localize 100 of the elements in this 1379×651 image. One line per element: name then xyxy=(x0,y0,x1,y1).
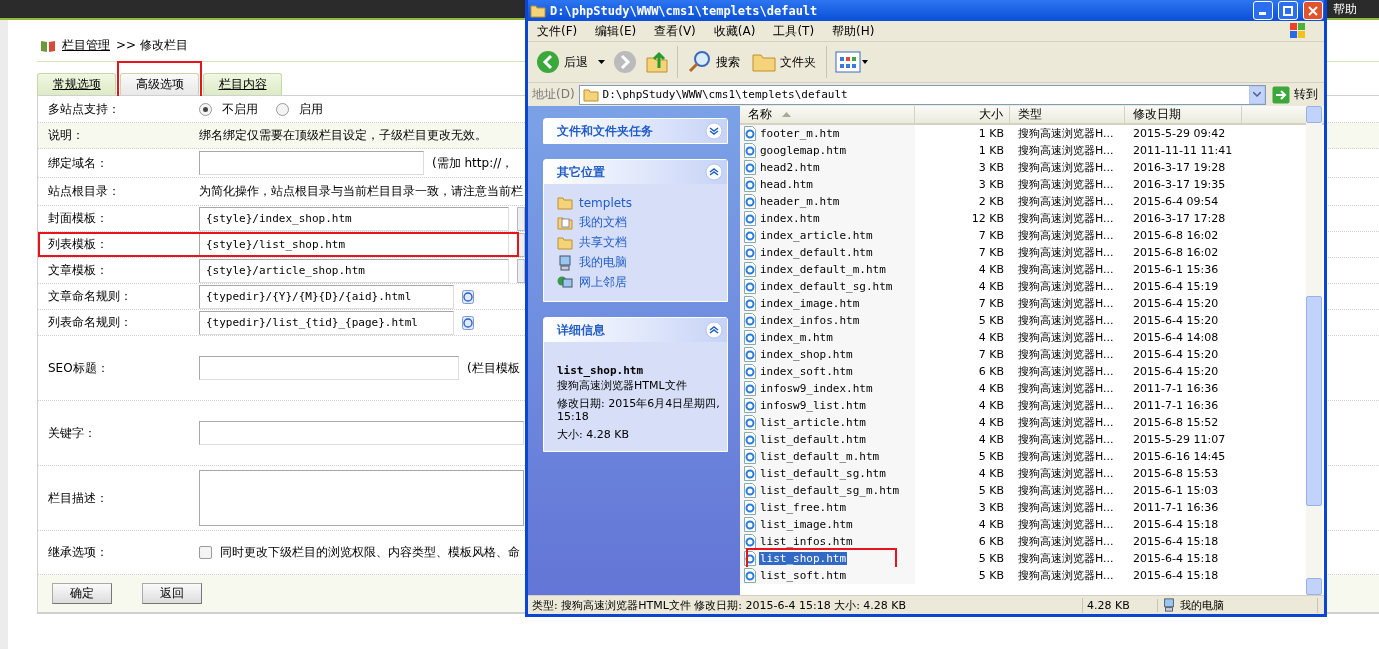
size-cell-text: 4 KB xyxy=(977,382,1005,395)
book-icon xyxy=(40,38,56,53)
size-cell-text: 1 KB xyxy=(977,127,1005,140)
scrollbar[interactable] xyxy=(1306,106,1322,595)
tab[interactable]: 常规选项 xyxy=(37,73,116,95)
file-name[interactable]: list_shop.htm xyxy=(759,552,848,565)
column-header[interactable]: 类型 xyxy=(1010,106,1125,123)
field-label: SEO标题： xyxy=(47,359,110,377)
checkbox-label: 同时更改下级栏目的浏览权限、内容类型、模板风格、命 xyxy=(220,544,520,561)
go-button[interactable]: 转到 xyxy=(1270,85,1320,104)
size-cell-text: 4 KB xyxy=(977,263,1005,276)
size-cell-text: 5 KB xyxy=(977,450,1005,463)
folders-button[interactable]: 文件夹 xyxy=(750,52,818,72)
panel-title[interactable]: 其它位置 xyxy=(557,163,605,181)
type-cell-text: 搜狗高速浏览器H... xyxy=(1017,483,1115,498)
minimize-button[interactable] xyxy=(1253,1,1273,20)
views-icon[interactable] xyxy=(835,51,869,73)
radio-button[interactable] xyxy=(199,102,212,116)
field-label: 文章命名规则： xyxy=(47,288,133,305)
column-header[interactable]: 修改日期 xyxy=(1125,106,1242,123)
document-folder-icon xyxy=(557,215,573,230)
radio-button[interactable] xyxy=(276,102,289,116)
rule-field[interactable]: {typedir}/{Y}/{M}{D}/{aid}.html xyxy=(199,284,454,309)
type-cell-text: 搜狗高速浏览器H... xyxy=(1017,262,1115,277)
date-cell-text: 2015-6-8 15:52 xyxy=(1132,416,1220,429)
date-cell-text: 2015-5-29 11:07 xyxy=(1132,433,1227,446)
menu-item[interactable]: 文件(F) xyxy=(528,22,587,40)
menu-item[interactable]: 帮助(H) xyxy=(823,22,884,40)
dropdown-icon[interactable] xyxy=(598,60,605,64)
status-text: 类型: 搜狗高速浏览器HTML文件 修改日期: 2015-6-4 15:18 大小: 4.28 KB xyxy=(528,597,1083,613)
date-cell-text: 2015-6-8 16:02 xyxy=(1132,246,1220,259)
menu-item[interactable]: 工具(T) xyxy=(764,22,824,40)
date-cell-text: 2016-3-17 19:28 xyxy=(1132,161,1227,174)
input-field[interactable] xyxy=(199,421,524,445)
place-link[interactable]: 我的电脑 xyxy=(557,254,721,271)
help-icon[interactable] xyxy=(462,289,474,304)
menu-item[interactable]: 编辑(E) xyxy=(586,22,646,40)
tab[interactable]: 高级选项 xyxy=(120,73,199,95)
date-cell-text: 2015-6-4 15:20 xyxy=(1132,348,1220,361)
rule-field[interactable]: {typedir}/list_{tid}_{page}.html xyxy=(199,310,454,335)
date-cell-text: 2015-6-4 15:20 xyxy=(1132,297,1220,310)
close-button[interactable] xyxy=(1303,1,1323,20)
type-cell-text: 搜狗高速浏览器H... xyxy=(1017,534,1115,549)
breadcrumb-link[interactable]: 栏目管理 xyxy=(62,37,110,54)
expand-icon[interactable] xyxy=(705,122,723,140)
type-cell-text: 搜狗高速浏览器H... xyxy=(1017,330,1115,345)
place-link[interactable]: 网上邻居 xyxy=(557,274,721,291)
scroll-thumb[interactable] xyxy=(1306,296,1322,506)
template-field[interactable]: {style}/list_shop.htm xyxy=(199,232,509,257)
field-label: 封面模板： xyxy=(47,210,109,227)
zone-label: 我的电脑 xyxy=(1180,597,1224,613)
confirm-button[interactable]: 确定 xyxy=(52,583,112,604)
checkbox[interactable] xyxy=(199,546,212,559)
size-cell-text: 4 KB xyxy=(977,518,1005,531)
template-field[interactable]: {style}/article_shop.htm xyxy=(199,258,509,283)
back-button[interactable]: 返回 xyxy=(142,583,202,604)
date-cell-text: 2015-6-4 15:18 xyxy=(1132,535,1220,548)
column-header[interactable]: 大小 xyxy=(915,106,1010,123)
description-field[interactable] xyxy=(199,470,524,526)
network-icon xyxy=(557,274,573,291)
type-cell-text: 搜狗高速浏览器H... xyxy=(1017,432,1115,447)
menu-item[interactable]: 收藏(A) xyxy=(704,22,765,40)
input-field[interactable] xyxy=(199,356,459,380)
collapse-icon[interactable] xyxy=(705,163,723,181)
breadcrumb-text: >> 修改栏目 xyxy=(116,37,188,54)
dropdown-button[interactable] xyxy=(1249,85,1265,104)
search-button[interactable]: 搜索 xyxy=(686,50,742,74)
address-field[interactable]: D:\phpStudy\WWW\cms1\templets\default xyxy=(578,84,1266,105)
help-link[interactable]: 帮助 xyxy=(1333,0,1357,18)
date-cell-text: 2016-3-17 17:28 xyxy=(1132,212,1227,225)
up-folder-icon[interactable] xyxy=(645,50,669,74)
date-cell-text: 2015-6-4 15:18 xyxy=(1132,552,1220,565)
date-cell-text: 2015-5-29 09:42 xyxy=(1132,127,1227,140)
help-icon[interactable] xyxy=(462,315,474,330)
place-link[interactable]: 共享文档 xyxy=(557,234,721,251)
maximize-button[interactable] xyxy=(1278,1,1298,20)
panel-title[interactable]: 详细信息 xyxy=(557,321,605,339)
date-cell-text: 2015-6-4 15:20 xyxy=(1132,365,1220,378)
type-cell-text: 搜狗高速浏览器H... xyxy=(1017,177,1115,192)
date-cell-text: 2015-6-8 16:02 xyxy=(1132,229,1220,242)
windows-logo-icon xyxy=(1288,22,1308,40)
size-cell-text: 6 KB xyxy=(977,535,1005,548)
size-cell-text: 6 KB xyxy=(977,365,1005,378)
type-cell-text: 搜狗高速浏览器H... xyxy=(1017,160,1115,175)
type-cell-text: 搜狗高速浏览器H... xyxy=(1017,143,1115,158)
size-cell-text: 3 KB xyxy=(977,178,1005,191)
menu-item[interactable]: 查看(V) xyxy=(645,22,705,40)
place-link[interactable]: 我的文档 xyxy=(557,214,721,231)
input-field[interactable] xyxy=(199,151,424,175)
type-cell-text: 搜狗高速浏览器H... xyxy=(1017,228,1115,243)
radio-label: 启用 xyxy=(299,100,323,118)
type-cell-text: 搜狗高速浏览器H... xyxy=(1017,415,1115,430)
template-field[interactable]: {style}/index_shop.htm xyxy=(199,206,509,231)
tab[interactable]: 栏目内容 xyxy=(203,73,282,95)
date-cell-text: 2015-6-4 15:18 xyxy=(1132,569,1220,582)
column-header[interactable]: 名称 xyxy=(740,106,915,123)
status-size: 4.28 KB xyxy=(1083,598,1158,612)
back-button[interactable]: 后退 xyxy=(534,50,590,74)
place-link[interactable]: templets xyxy=(557,194,721,211)
collapse-icon[interactable] xyxy=(705,321,723,339)
